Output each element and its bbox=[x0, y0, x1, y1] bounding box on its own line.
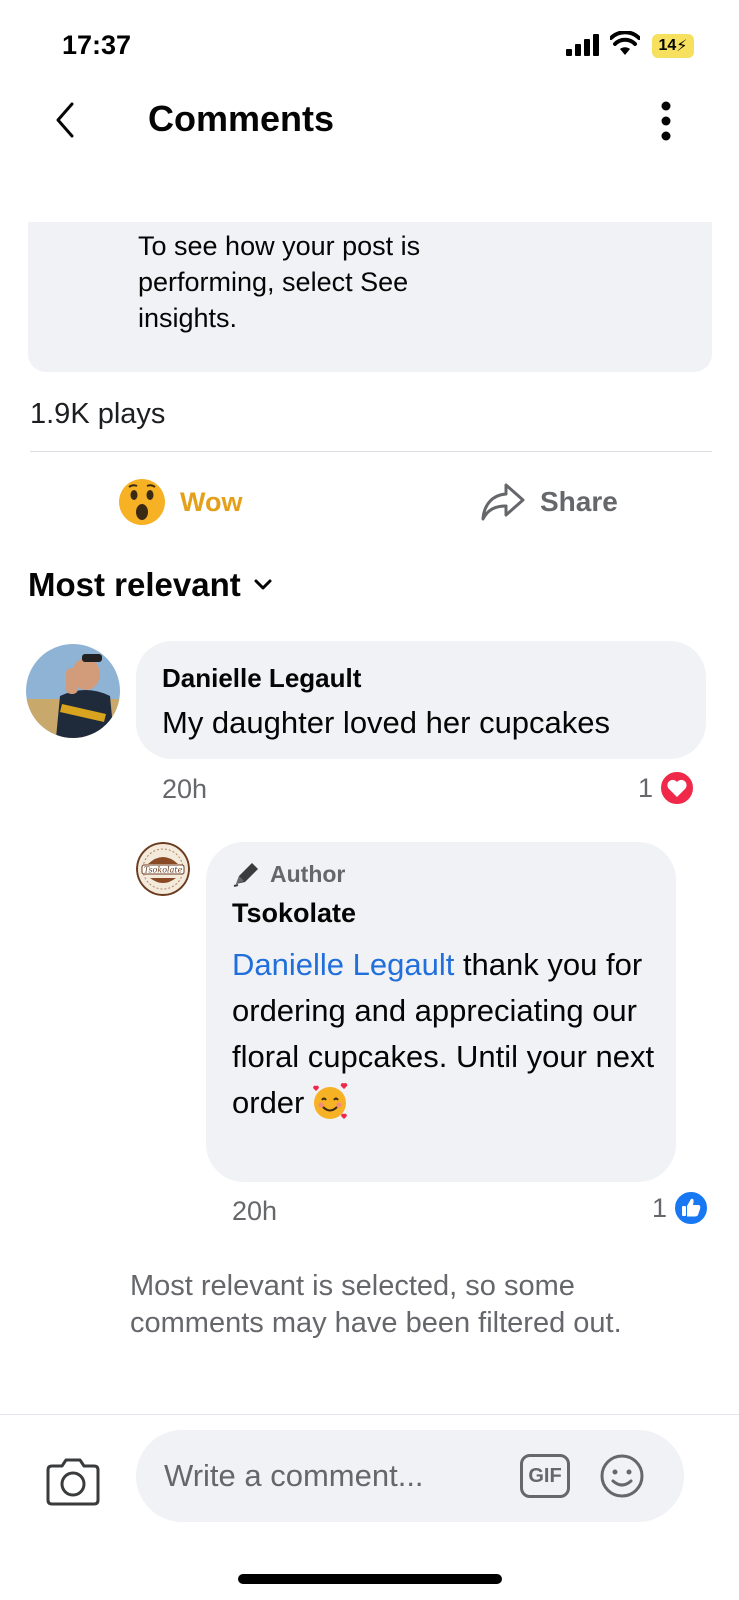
header: Comments bbox=[0, 90, 739, 160]
pen-icon bbox=[233, 863, 258, 887]
wow-reaction-button[interactable]: Wow bbox=[118, 476, 243, 528]
emoji-icon[interactable] bbox=[598, 1452, 646, 1500]
divider bbox=[0, 1414, 739, 1415]
filter-note: Most relevant is selected, so some comme… bbox=[130, 1270, 622, 1339]
comment-input[interactable]: Write a comment... GIF bbox=[136, 1430, 684, 1522]
divider bbox=[30, 451, 712, 452]
signal-icon bbox=[566, 34, 599, 56]
insights-text: To see how your post is performing, sele… bbox=[138, 231, 421, 333]
avatar-photo bbox=[26, 644, 120, 738]
mention-link[interactable]: Danielle Legault bbox=[232, 947, 454, 982]
reply-timestamp: 20h bbox=[232, 1196, 278, 1226]
reply-author[interactable]: Tsokolate bbox=[232, 898, 356, 929]
back-icon[interactable] bbox=[50, 100, 82, 140]
reply-reactions[interactable]: 1 bbox=[652, 1190, 710, 1226]
sort-dropdown[interactable]: Most relevant bbox=[28, 566, 273, 604]
heart-icon bbox=[659, 770, 696, 806]
wifi-icon bbox=[610, 31, 640, 55]
insights-card: To see how your post is performing, sele… bbox=[28, 222, 712, 372]
tsokolate-logo-icon: Tsokolate bbox=[136, 842, 190, 896]
share-button[interactable]: Share bbox=[480, 476, 618, 528]
comment-placeholder: Write a comment... bbox=[164, 1458, 424, 1493]
gif-button[interactable]: GIF bbox=[520, 1454, 570, 1498]
charging-icon: ⚡ bbox=[676, 38, 688, 55]
reaction-count: 1 bbox=[652, 1192, 668, 1223]
share-label: Share bbox=[540, 486, 618, 517]
reply-text: Danielle Legault thank you for ordering … bbox=[232, 942, 662, 1126]
status-time: 17:37 bbox=[62, 30, 132, 60]
wow-emoji-icon bbox=[119, 479, 165, 525]
comment-bubble[interactable]: Danielle Legault My daughter loved her c… bbox=[136, 641, 706, 759]
author-badge: Author bbox=[232, 860, 345, 888]
avatar[interactable]: Tsokolate bbox=[136, 842, 190, 896]
page-title: Comments bbox=[148, 98, 335, 139]
home-indicator bbox=[238, 1574, 502, 1584]
battery-level: 14 bbox=[658, 37, 677, 54]
comment-timestamp: 20h bbox=[162, 774, 208, 804]
author-label: Author bbox=[270, 860, 346, 887]
more-options-icon[interactable] bbox=[652, 98, 680, 144]
smiling-face-with-hearts-icon bbox=[313, 1083, 348, 1119]
battery-indicator: 14 ⚡ bbox=[652, 34, 694, 58]
comment-reactions[interactable]: 1 bbox=[638, 770, 696, 806]
reply-bubble[interactable]: Author Tsokolate Danielle Legault thank … bbox=[206, 842, 676, 1182]
comment-author[interactable]: Danielle Legault bbox=[162, 663, 361, 694]
camera-icon[interactable] bbox=[44, 1456, 102, 1508]
chevron-down-icon bbox=[254, 579, 272, 590]
like-icon bbox=[673, 1190, 710, 1226]
comment-text: My daughter loved her cupcakes bbox=[162, 705, 611, 740]
plays-count: 1.9K plays bbox=[30, 398, 166, 430]
share-icon bbox=[481, 483, 525, 521]
wow-label: Wow bbox=[180, 486, 243, 517]
logo-text: Tsokolate bbox=[144, 866, 183, 875]
sort-label: Most relevant bbox=[28, 566, 241, 603]
status-bar: 17:37 14 ⚡ bbox=[0, 0, 739, 90]
reaction-count: 1 bbox=[638, 772, 654, 803]
avatar[interactable] bbox=[26, 644, 120, 738]
